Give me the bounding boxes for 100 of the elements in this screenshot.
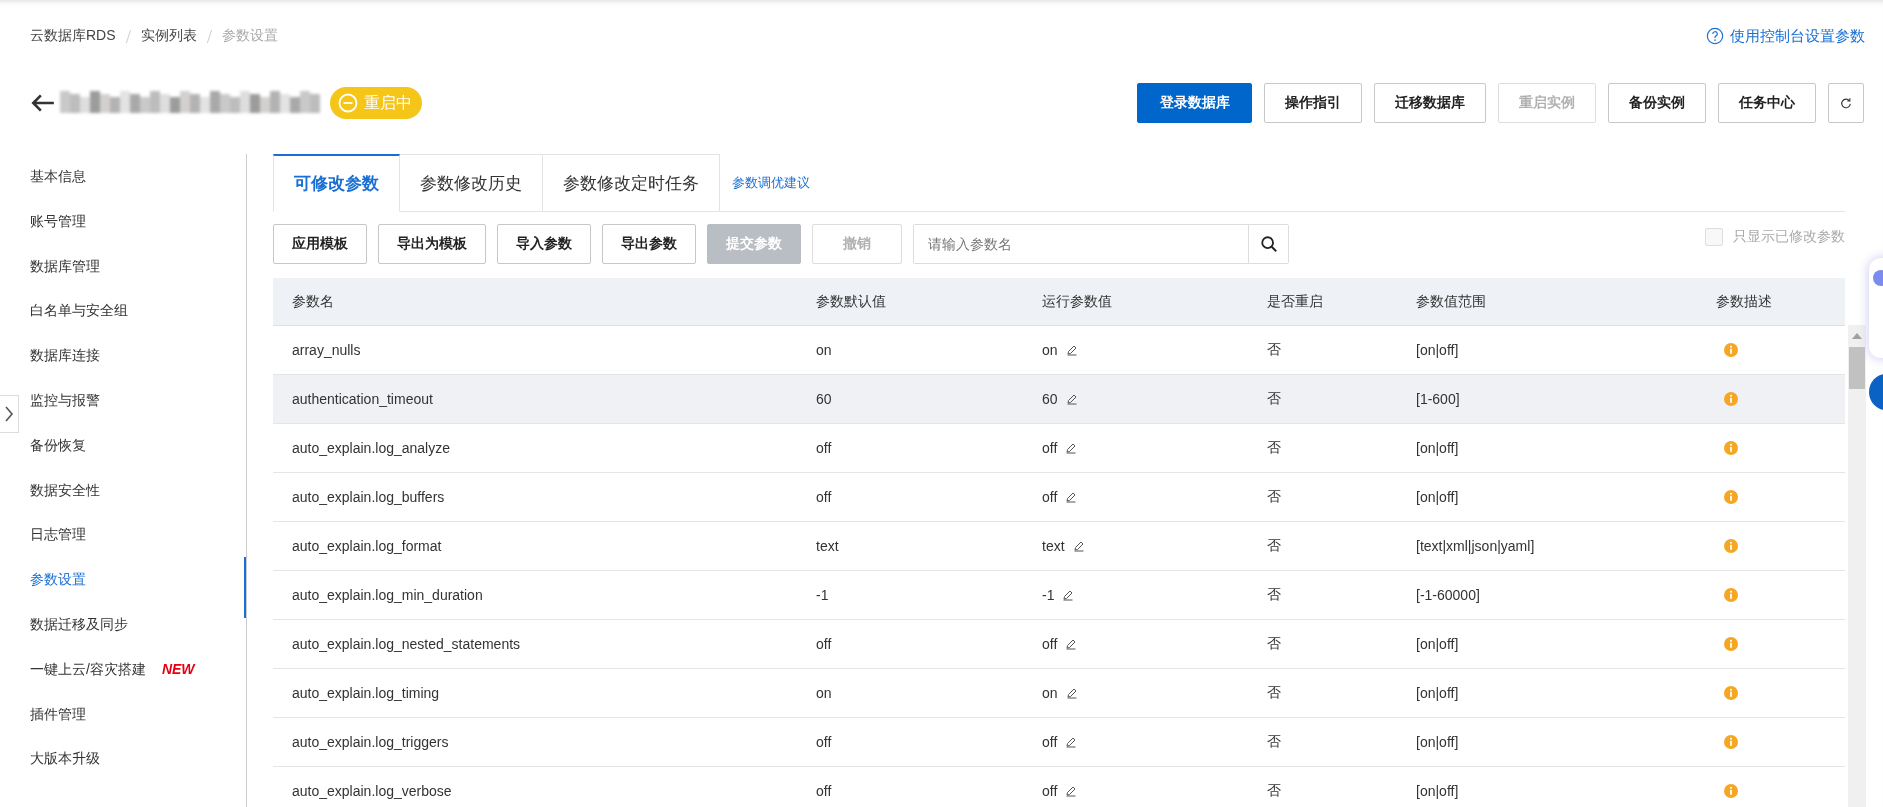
info-icon[interactable] (1724, 784, 1738, 798)
edit-icon[interactable] (1065, 785, 1078, 797)
sidebar-item[interactable]: 日志管理 (30, 524, 86, 545)
action-button[interactable]: 登录数据库 (1137, 83, 1252, 123)
edit-icon[interactable] (1065, 393, 1078, 405)
info-icon[interactable] (1724, 392, 1738, 406)
toolbar-button[interactable]: 应用模板 (273, 224, 367, 264)
action-button[interactable]: 操作指引 (1264, 83, 1362, 123)
table-cell-text: [on|off] (1416, 783, 1460, 799)
table-cell-text: 否 (1267, 390, 1282, 408)
sidebar-item[interactable]: 基本信息 (30, 166, 86, 186)
status-badge: 重启中 (330, 87, 422, 119)
column-header: 参数默认值 (816, 292, 887, 311)
scrollbar-thumb[interactable] (1849, 347, 1865, 389)
column-header: 参数名 (292, 292, 335, 311)
toolbar-button[interactable]: 导出为模板 (378, 224, 486, 264)
sidebar-item[interactable]: 参数设置 (30, 569, 86, 590)
table-cell: off (1042, 489, 1058, 505)
sidebar-item[interactable]: 数据安全性 (30, 479, 100, 500)
search-button[interactable] (1248, 225, 1288, 263)
table-cell: on (1042, 342, 1058, 358)
sidebar-item[interactable]: 白名单与安全组 (30, 300, 128, 321)
info-icon[interactable] (1724, 490, 1738, 504)
info-icon[interactable] (1724, 539, 1738, 553)
table-cell-text: [text|xml|json|yaml] (1416, 538, 1536, 554)
table-cell-text: 否 (1267, 341, 1282, 359)
sidebar-item[interactable]: 大版本升级 (30, 748, 100, 769)
table-cell-text: [on|off] (1416, 685, 1460, 701)
edit-icon[interactable] (1062, 589, 1075, 601)
sidebar-item[interactable]: 监控与报警 (30, 390, 100, 410)
edit-icon[interactable] (1065, 736, 1078, 748)
edit-icon[interactable] (1065, 442, 1078, 454)
breadcrumb-link[interactable]: 云数据库RDS (30, 27, 116, 45)
table-cell-text: [on|off] (1416, 636, 1460, 652)
table-cell-text: 否 (1267, 586, 1282, 604)
toolbar-button[interactable]: 导入参数 (497, 224, 591, 264)
table-cell-text: auto_explain.log_analyze (292, 440, 451, 456)
tab[interactable]: 参数修改定时任务 (543, 154, 720, 212)
sidebar-item[interactable]: 账号管理 (30, 210, 86, 231)
table-cell-text: [on|off] (1416, 734, 1460, 750)
breadcrumb-link[interactable]: 实例列表 (140, 27, 197, 45)
table-cell-text: -1 (816, 587, 830, 603)
edit-icon[interactable] (1065, 344, 1078, 356)
sidebar-item[interactable]: 数据库管理 (30, 255, 100, 276)
tuning-link[interactable]: 参数调优建议 (720, 154, 822, 212)
action-button[interactable]: 备份实例 (1608, 83, 1706, 123)
column-header: 参数值范围 (1416, 292, 1487, 311)
table-cell-text: off (816, 783, 833, 799)
tab[interactable]: 参数修改历史 (400, 154, 543, 212)
action-button[interactable]: 任务中心 (1718, 83, 1816, 123)
table-cell-text: auto_explain.log_nested_statements (292, 636, 522, 652)
table-cell-text: authentication_timeout (292, 391, 434, 407)
edit-icon[interactable] (1065, 687, 1078, 699)
table-cell-text: off (816, 734, 833, 750)
toolbar-button[interactable]: 导出参数 (602, 224, 696, 264)
sidebar-item[interactable]: 数据库连接 (30, 345, 100, 366)
table-cell-text: auto_explain.log_triggers (292, 734, 450, 750)
sidebar-item[interactable]: 一键上云/容灾搭建 (30, 658, 146, 679)
sidebar-item[interactable]: 数据迁移及同步 (30, 613, 128, 634)
table-cell: off (1042, 734, 1058, 750)
table-cell: off (1042, 636, 1058, 652)
table-cell: off (1042, 440, 1058, 456)
refresh-button[interactable] (1828, 83, 1864, 123)
info-icon[interactable] (1724, 686, 1738, 700)
table-cell-text: text (816, 538, 840, 554)
info-icon[interactable] (1724, 441, 1738, 455)
table-cell-text: [on|off] (1416, 342, 1460, 358)
search-icon (1259, 235, 1278, 253)
info-icon[interactable] (1724, 637, 1738, 651)
help-link[interactable]: 使用控制台设置参数 (1706, 26, 1865, 46)
edit-icon[interactable] (1072, 540, 1085, 552)
table-row[interactable]: authentication_timeout 60 60 否 [1-600] (273, 375, 1845, 424)
sidebar-item[interactable]: 插件管理 (30, 703, 86, 724)
collapse-handle[interactable] (0, 395, 19, 433)
table-cell: 60 (1042, 391, 1058, 407)
back-arrow-icon[interactable] (30, 92, 56, 114)
table-cell-text: 否 (1267, 488, 1282, 506)
info-icon[interactable] (1724, 735, 1738, 749)
table-cell-text: auto_explain.log_verbose (292, 783, 453, 799)
action-button[interactable]: 迁移数据库 (1374, 83, 1486, 123)
table-cell: text (1042, 538, 1065, 554)
scrollbar[interactable] (1848, 325, 1866, 807)
tab[interactable]: 可修改参数 (273, 154, 400, 212)
sidebar-item[interactable]: 备份恢复 (30, 434, 86, 455)
table-cell-text: auto_explain.log_format (292, 538, 443, 554)
column-header: 运行参数值 (1042, 292, 1113, 311)
edit-icon[interactable] (1065, 491, 1078, 503)
table-cell: off (1042, 783, 1058, 799)
column-header: 参数描述 (1716, 292, 1773, 311)
refresh-icon (1840, 97, 1852, 109)
table-cell-text: [-1-60000] (1416, 587, 1481, 603)
info-icon[interactable] (1724, 343, 1738, 357)
table-cell-text: 否 (1267, 635, 1282, 653)
table-cell-text: auto_explain.log_buffers (292, 489, 446, 505)
column-header: 是否重启 (1267, 292, 1324, 311)
edit-icon[interactable] (1065, 638, 1078, 650)
search-field[interactable]: 请输入参数名 (913, 224, 1289, 264)
table-cell-text: 否 (1267, 537, 1282, 555)
info-icon[interactable] (1724, 588, 1738, 602)
scroll-up-icon[interactable] (1852, 333, 1862, 339)
